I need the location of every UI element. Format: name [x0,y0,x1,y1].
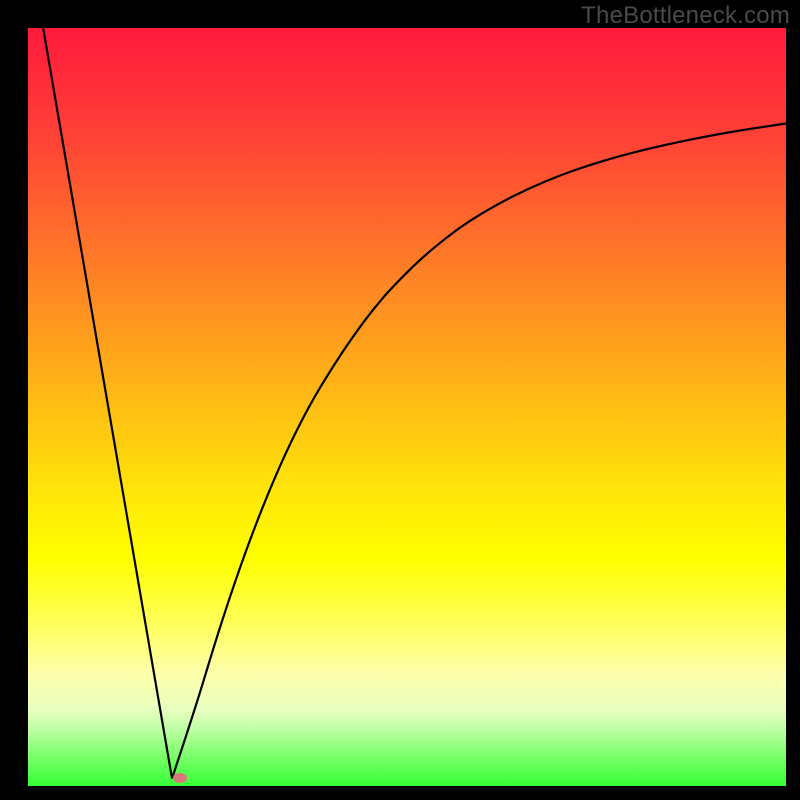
right-curve-line [172,124,786,779]
curve-layer [28,28,786,786]
chart-frame: TheBottleneck.com [0,0,800,800]
plot-area [28,28,786,786]
minimum-marker [173,773,187,783]
left-descent-line [43,28,172,778]
watermark-text: TheBottleneck.com [581,2,790,30]
